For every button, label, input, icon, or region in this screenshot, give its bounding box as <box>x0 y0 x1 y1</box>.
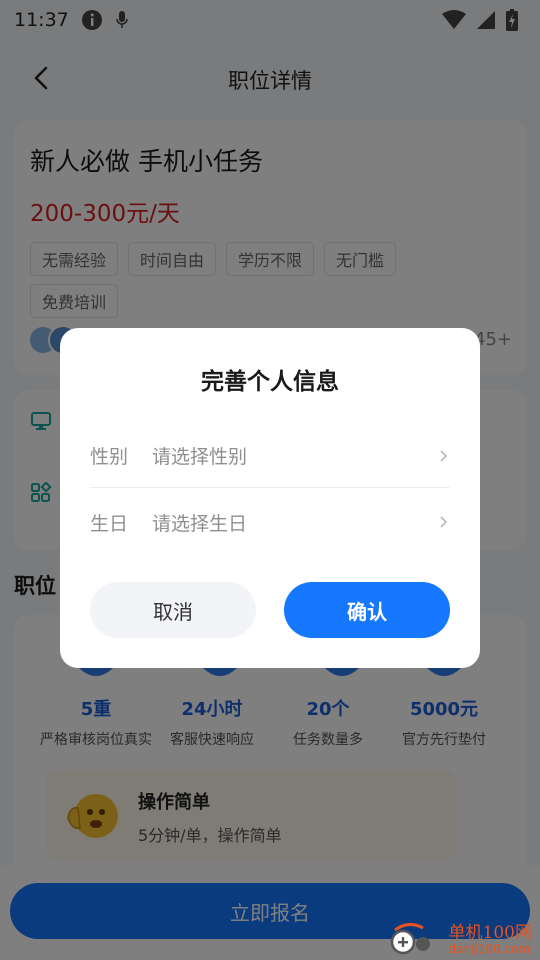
gender-field[interactable]: 性别 请选择性别 <box>90 424 450 488</box>
birthday-placeholder: 请选择生日 <box>152 512 248 535</box>
profile-dialog: 完善个人信息 性别 请选择性别 生日 请选择生日 取消 确认 <box>60 328 480 668</box>
watermark-url: danji100.com <box>448 941 531 956</box>
gender-label: 性别 <box>90 446 129 468</box>
birthday-label: 生日 <box>90 512 129 535</box>
birthday-field[interactable]: 生日 请选择生日 <box>90 490 450 554</box>
watermark-name: 单机100网 <box>448 922 532 943</box>
confirm-button[interactable]: 确认 <box>284 582 450 638</box>
site-watermark: 单机100网 danji100.com <box>389 922 532 958</box>
watermark-logo-icon <box>390 923 430 955</box>
chevron-right-icon <box>440 516 448 528</box>
cancel-button[interactable]: 取消 <box>90 582 256 638</box>
gender-placeholder: 请选择性别 <box>152 446 248 468</box>
dialog-title: 完善个人信息 <box>201 369 339 395</box>
chevron-right-icon <box>440 449 448 462</box>
